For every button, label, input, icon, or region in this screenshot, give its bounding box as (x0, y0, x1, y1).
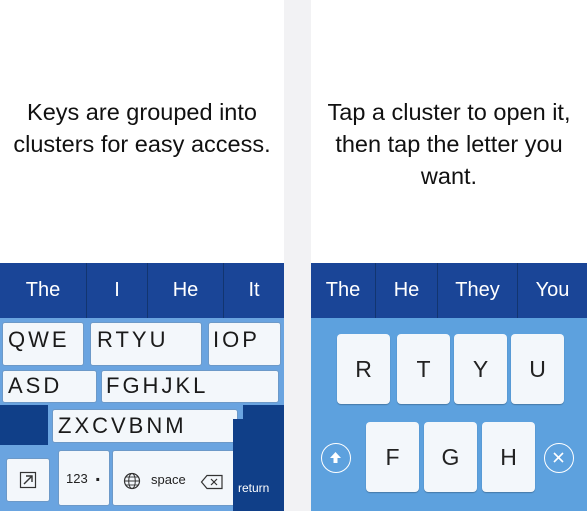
row2-asd-letters: ASD (8, 373, 63, 398)
suggestion-he[interactable]: He (148, 263, 223, 318)
left-caption: Keys are grouped into clusters for easy … (13, 99, 271, 157)
key-y[interactable]: Y (454, 334, 507, 404)
key-h[interactable]: H (482, 422, 535, 492)
space-key[interactable]: space (151, 472, 186, 487)
close-cluster-button[interactable] (544, 443, 574, 473)
key-u[interactable]: U (511, 334, 564, 404)
row2-fghjkl-letters: FGHJKL (106, 373, 209, 398)
suggestion-the[interactable]: The (311, 263, 375, 318)
left-suggestion-bar: The I He It (0, 263, 284, 318)
panel-divider (284, 0, 311, 511)
key-g[interactable]: G (424, 422, 477, 492)
suggestion-you[interactable]: You (518, 263, 587, 318)
arrow-diagonal-icon (19, 471, 37, 489)
close-icon (553, 452, 564, 463)
shift-arrow-icon (330, 452, 341, 463)
right-caption: Tap a cluster to open it, then tap the l… (327, 99, 571, 189)
suggestion-he[interactable]: He (376, 263, 437, 318)
right-suggestion-bar: The He They You (311, 263, 587, 318)
period-key[interactable]: . (95, 464, 101, 487)
row3-letters: ZXCVBNM (58, 413, 187, 438)
suggestion-i[interactable]: I (87, 263, 147, 318)
row1-iop-letters: IOP (213, 327, 260, 352)
row1-rtyu-letters: RTYU (97, 327, 169, 352)
key-r[interactable]: R (337, 334, 390, 404)
expanded-cluster-keyboard: R T Y U F G H (311, 318, 587, 511)
suggestion-they[interactable]: They (438, 263, 517, 318)
return-key-label: return (238, 481, 270, 495)
globe-icon[interactable] (123, 472, 141, 490)
numbers-key-label: 123 (66, 471, 88, 486)
suggestion-it[interactable]: It (224, 263, 284, 318)
backspace-icon[interactable] (200, 474, 224, 490)
row1-qwe-letters: QWE (8, 327, 70, 352)
left-panel: Keys are grouped into clusters for easy … (0, 0, 284, 511)
key-f[interactable]: F (366, 422, 419, 492)
key-t[interactable]: T (397, 334, 450, 404)
shift-button[interactable] (321, 443, 351, 473)
mode-switch-key[interactable] (6, 458, 50, 502)
suggestion-the[interactable]: The (0, 263, 86, 318)
clustered-keyboard: QWE RTYU IOP ASD FGHJKL ZXCVBNM 123 . sp… (0, 318, 284, 511)
return-key[interactable] (233, 419, 284, 511)
